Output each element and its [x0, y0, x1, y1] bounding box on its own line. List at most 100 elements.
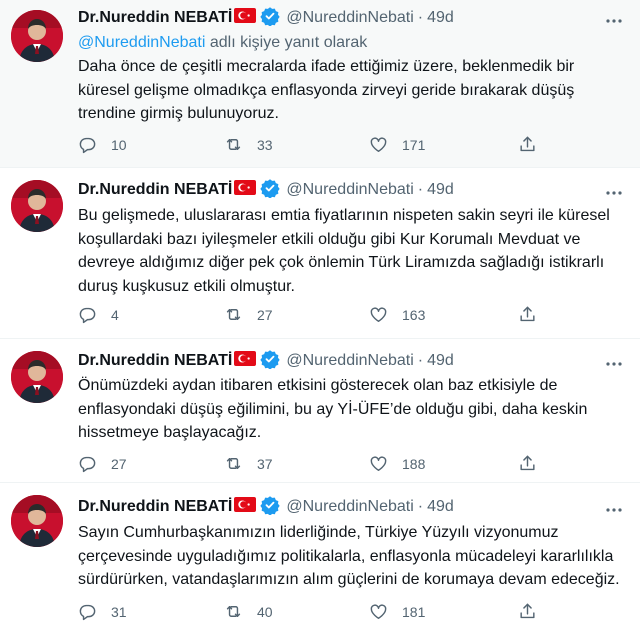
- tweet-time[interactable]: 49d: [427, 181, 454, 199]
- like-count: 163: [402, 306, 426, 323]
- author-handle[interactable]: @NureddinNebati: [286, 498, 413, 516]
- avatar[interactable]: [11, 10, 63, 62]
- reply-to-suffix: adlı kişiye yanıt olarak: [205, 34, 368, 51]
- share-button[interactable]: [518, 135, 537, 154]
- share-button[interactable]: [518, 454, 537, 473]
- tweet-header: Dr.Nureddin NEBATİ @NureddinNebati · 49d: [78, 6, 454, 31]
- reply-count: 31: [111, 603, 127, 620]
- tweet-text-line: duruş kuşkusuz etkili olmuştur.: [78, 277, 295, 295]
- author-name[interactable]: Dr.Nureddin NEBATİ: [78, 181, 232, 199]
- separator-dot: ·: [417, 181, 424, 198]
- tweet-text-line: Önümüzdeki aydan itibaren etkisini göste…: [78, 377, 558, 394]
- author-name[interactable]: Dr.Nureddin NEBATİ: [78, 352, 232, 370]
- reply-button[interactable]: 4: [78, 305, 119, 324]
- share-button[interactable]: [518, 305, 537, 324]
- tweet-text: Daha önce de çeşitli mecralarda ifade et…: [78, 55, 628, 126]
- tweet-actions: 10 33 171: [78, 135, 548, 155]
- reply-context: @NureddinNebati adlı kişiye yanıt olarak: [78, 34, 367, 52]
- share-icon: [518, 454, 537, 473]
- tweet-time[interactable]: 49d: [427, 9, 454, 27]
- retweet-count: 37: [257, 455, 273, 472]
- like-count: 181: [402, 603, 426, 620]
- separator-dot: ·: [417, 498, 424, 515]
- heart-icon: [369, 602, 388, 621]
- author-name[interactable]: Dr.Nureddin NEBATİ: [78, 9, 232, 27]
- retweet-count: 33: [257, 136, 273, 153]
- turkey-flag-icon: [234, 351, 257, 371]
- tweet-actions: 31 40 181: [78, 602, 548, 622]
- tweet[interactable]: Dr.Nureddin NEBATİ @NureddinNebati · 49d…: [0, 483, 640, 634]
- retweet-button[interactable]: 33: [224, 135, 273, 154]
- author-handle[interactable]: @NureddinNebati: [286, 352, 413, 370]
- reply-count: 10: [111, 136, 127, 153]
- tweet[interactable]: Dr.Nureddin NEBATİ @NureddinNebati · 49d…: [0, 0, 640, 168]
- reply-icon: [78, 135, 97, 154]
- retweet-icon: [224, 454, 243, 473]
- more-icon[interactable]: [604, 183, 624, 203]
- separator-dot: ·: [417, 352, 424, 369]
- tweet-time[interactable]: 49d: [427, 498, 454, 516]
- tweet[interactable]: Dr.Nureddin NEBATİ @NureddinNebati · 49d…: [0, 168, 640, 339]
- reply-icon: [78, 602, 97, 621]
- like-button[interactable]: 171: [369, 135, 425, 154]
- tweet-text-line: sürdürürken, vatandaşlarımızın alım güçl…: [78, 571, 620, 588]
- tweet-time[interactable]: 49d: [427, 352, 454, 370]
- tweet-header: Dr.Nureddin NEBATİ @NureddinNebati · 49d: [78, 349, 454, 374]
- tweet-header: Dr.Nureddin NEBATİ @NureddinNebati · 49d: [78, 178, 454, 201]
- reply-button[interactable]: 27: [78, 454, 127, 473]
- reply-count: 27: [111, 455, 127, 472]
- tweet-header: Dr.Nureddin NEBATİ @NureddinNebati · 49d: [78, 495, 454, 518]
- verified-badge-icon: [260, 6, 281, 31]
- like-count: 188: [402, 455, 426, 472]
- author-handle[interactable]: @NureddinNebati: [286, 9, 413, 27]
- tweet-text-line: çerçevesinde uyguladığımız politikalarla…: [78, 547, 614, 565]
- tweet-text: Bu gelişmede, uluslararası emtia fiyatla…: [78, 204, 628, 298]
- tweet-text: Sayın Cumhurbaşkanımızın liderliğinde, T…: [78, 521, 628, 592]
- tweet-text-line: Bu gelişmede, uluslararası emtia fiyatla…: [78, 207, 610, 224]
- retweet-button[interactable]: 37: [224, 454, 273, 473]
- separator-dot: ·: [417, 9, 424, 26]
- retweet-count: 27: [257, 306, 273, 323]
- share-icon: [518, 305, 537, 324]
- retweet-icon: [224, 135, 243, 154]
- like-button[interactable]: 188: [369, 454, 425, 473]
- reply-to-link[interactable]: @NureddinNebati: [78, 34, 205, 51]
- retweet-button[interactable]: 40: [224, 602, 273, 621]
- heart-icon: [369, 135, 388, 154]
- retweet-count: 40: [257, 603, 273, 620]
- retweet-button[interactable]: 27: [224, 305, 273, 324]
- reply-icon: [78, 454, 97, 473]
- reply-count: 4: [111, 306, 119, 323]
- like-button[interactable]: 181: [369, 602, 425, 621]
- tweet-text-line: küresel gelişme olmadıkça enflasyonda zi…: [78, 81, 575, 99]
- heart-icon: [369, 305, 388, 324]
- tweet-text-line: trendine girmiş bulunuyoruz.: [78, 105, 279, 122]
- more-icon[interactable]: [604, 354, 624, 374]
- turkey-flag-icon: [234, 8, 257, 28]
- author-handle[interactable]: @NureddinNebati: [286, 181, 413, 199]
- tweet-text-line: enflasyondaki düşüş eğilimini, bu ay Yİ-…: [78, 400, 588, 418]
- reply-icon: [78, 305, 97, 324]
- more-icon[interactable]: [604, 11, 624, 31]
- author-name[interactable]: Dr.Nureddin NEBATİ: [78, 498, 232, 516]
- reply-button[interactable]: 10: [78, 135, 127, 154]
- like-button[interactable]: 163: [369, 305, 425, 324]
- avatar[interactable]: [11, 495, 63, 547]
- heart-icon: [369, 454, 388, 473]
- avatar[interactable]: [11, 351, 63, 403]
- avatar[interactable]: [11, 180, 63, 232]
- turkey-flag-icon: [234, 497, 257, 517]
- share-icon: [518, 135, 537, 154]
- tweet-text-line: hissetmeye başlayacağız.: [78, 424, 262, 441]
- retweet-icon: [224, 602, 243, 621]
- share-button[interactable]: [518, 602, 537, 621]
- tweet-actions: 27 37 188: [78, 454, 548, 474]
- tweet-text: Önümüzdeki aydan itibaren etkisini göste…: [78, 374, 628, 445]
- share-icon: [518, 602, 537, 621]
- tweet[interactable]: Dr.Nureddin NEBATİ @NureddinNebati · 49d…: [0, 339, 640, 483]
- more-icon[interactable]: [604, 500, 624, 520]
- like-count: 171: [402, 136, 426, 153]
- tweet-text-line: Daha önce de çeşitli mecralarda ifade et…: [78, 58, 575, 75]
- reply-button[interactable]: 31: [78, 602, 127, 621]
- verified-badge-icon: [260, 349, 281, 374]
